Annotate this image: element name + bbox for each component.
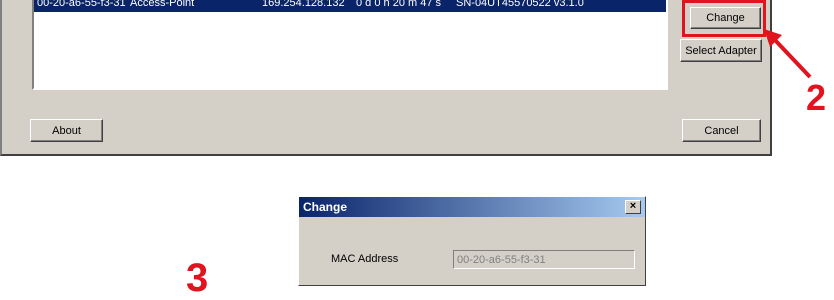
close-icon[interactable]: × bbox=[625, 200, 641, 214]
device-serial: SN-04UT45570522 v3.1.0 bbox=[456, 0, 584, 9]
device-uptime: 0 d 0 h 20 m 47 s bbox=[356, 0, 441, 9]
cancel-button[interactable]: Cancel bbox=[682, 119, 761, 142]
device-list[interactable]: 00-20-a6-55-f3-31 Access-Point 169.254.1… bbox=[32, 0, 668, 90]
device-row-selected[interactable]: 00-20-a6-55-f3-31 Access-Point 169.254.1… bbox=[34, 0, 666, 12]
about-button[interactable]: About bbox=[30, 119, 103, 142]
change-dialog: Change × MAC Address bbox=[298, 196, 646, 286]
change-dialog-titlebar[interactable]: Change × bbox=[299, 197, 645, 217]
device-mac: 00-20-a6-55-f3-31 bbox=[37, 0, 126, 9]
step-3-label: 3 bbox=[186, 256, 209, 300]
arrow-shaft bbox=[772, 37, 812, 79]
device-ip: 169.254.128.132 bbox=[262, 0, 345, 9]
mac-address-label: MAC Address bbox=[331, 253, 399, 265]
router-finder-window: 00-20-a6-55-f3-31 Access-Point 169.254.1… bbox=[0, 0, 772, 156]
change-dialog-title: Change bbox=[303, 200, 348, 214]
step-2-label: 2 bbox=[806, 77, 827, 118]
device-mode: Access-Point bbox=[130, 0, 195, 9]
change-highlight-box bbox=[682, 0, 766, 37]
select-adapter-button[interactable]: Select Adapter bbox=[680, 39, 762, 62]
arrow-annotation bbox=[764, 29, 812, 79]
mac-address-field[interactable] bbox=[453, 250, 635, 269]
